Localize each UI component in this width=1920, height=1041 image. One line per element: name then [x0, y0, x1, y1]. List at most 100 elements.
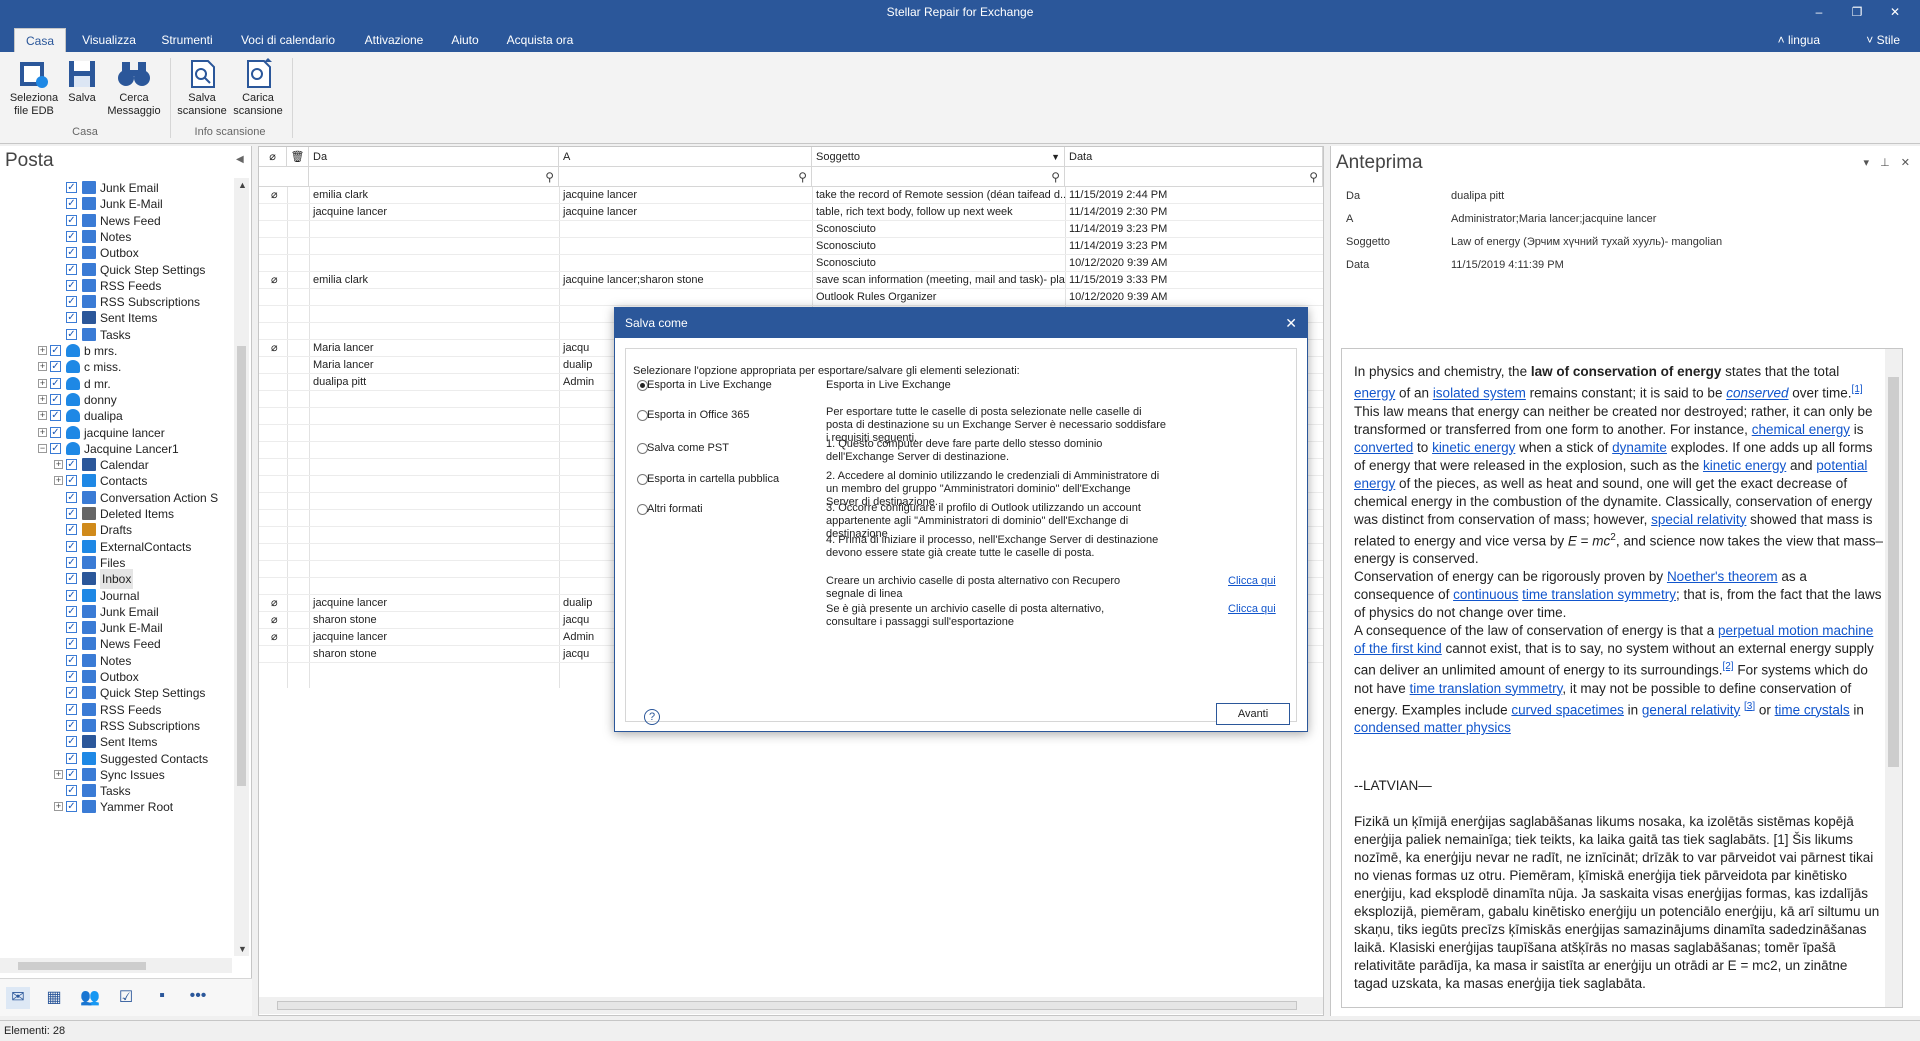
- tree-checkbox[interactable]: ✓: [50, 377, 61, 389]
- body-link[interactable]: general relativity: [1642, 702, 1740, 717]
- tree-checkbox[interactable]: ✓: [50, 442, 61, 454]
- notes-icon[interactable]: ▪: [150, 987, 174, 1009]
- table-row[interactable]: Sconosciuto 11/14/2019 3:23 PM: [259, 238, 1323, 255]
- body-link[interactable]: time translation symmetry: [1522, 587, 1676, 602]
- subject-filter[interactable]: ⚲: [812, 167, 1065, 187]
- tree-checkbox[interactable]: ✓: [66, 719, 77, 731]
- from-filter[interactable]: ⚲: [309, 167, 559, 187]
- create-archive-link[interactable]: Clicca qui: [1228, 575, 1276, 587]
- tree-checkbox[interactable]: ✓: [66, 556, 77, 568]
- body-link[interactable]: continuous: [1453, 587, 1518, 602]
- tree-checkbox[interactable]: ✓: [50, 393, 61, 405]
- chevron-down-icon[interactable]: ▾: [1864, 157, 1870, 169]
- load-scan-button[interactable]: Carica scansione: [232, 58, 284, 118]
- tree-item[interactable]: + ✓ Yammer Root: [0, 797, 232, 817]
- tree-scroll-thumb[interactable]: [237, 346, 246, 786]
- expand-icon[interactable]: +: [38, 378, 47, 388]
- tree-checkbox[interactable]: ✓: [66, 703, 77, 715]
- subject-column-header[interactable]: Soggetto ▼: [812, 147, 1065, 167]
- table-row[interactable]: ⌀ emilia clark jacquine lancer;sharon ston…: [259, 272, 1323, 289]
- expand-icon[interactable]: +: [38, 411, 47, 421]
- expand-icon[interactable]: +: [54, 460, 63, 470]
- body-link[interactable]: Noether's theorem: [1667, 569, 1778, 584]
- list-hscroll-thumb[interactable]: [277, 1001, 1297, 1010]
- tab-attivazione[interactable]: Attivazione: [354, 28, 434, 52]
- find-message-button[interactable]: Cerca Messaggio: [104, 58, 164, 118]
- tree-checkbox[interactable]: ✓: [66, 768, 77, 780]
- tree-checkbox[interactable]: ✓: [66, 605, 77, 617]
- expand-icon[interactable]: +: [54, 802, 63, 812]
- date-filter[interactable]: ⚲: [1065, 167, 1323, 187]
- tree-checkbox[interactable]: ✓: [66, 622, 77, 634]
- tab-aiuto[interactable]: Aiuto: [440, 28, 490, 52]
- style-menu[interactable]: ˅ Stile: [1866, 28, 1900, 52]
- table-row[interactable]: Outlook Rules Organizer 10/12/2020 9:39 A…: [259, 289, 1323, 306]
- tree-checkbox[interactable]: ✓: [66, 247, 77, 259]
- body-link[interactable]: kinetic energy: [1432, 440, 1515, 455]
- restore-button[interactable]: ❐: [1838, 0, 1876, 24]
- tree-checkbox[interactable]: ✓: [66, 508, 77, 519]
- tree-checkbox[interactable]: ✓: [66, 312, 77, 324]
- tab-visualizza[interactable]: Visualizza: [70, 28, 148, 52]
- next-button[interactable]: Avanti: [1216, 703, 1290, 725]
- tree-checkbox[interactable]: ✓: [66, 752, 77, 764]
- minimize-button[interactable]: –: [1800, 0, 1838, 24]
- tree-checkbox[interactable]: ✓: [66, 687, 77, 699]
- from-column-header[interactable]: Da: [309, 147, 559, 167]
- tree-checkbox[interactable]: ✓: [66, 279, 77, 291]
- tab-acquista[interactable]: Acquista ora: [498, 28, 582, 52]
- expand-icon[interactable]: +: [38, 394, 47, 404]
- save-button[interactable]: Salva: [64, 58, 100, 105]
- body-link[interactable]: dynamite: [1612, 440, 1667, 455]
- tree-checkbox[interactable]: ✓: [66, 785, 77, 797]
- tasks-icon[interactable]: ☑: [114, 987, 138, 1009]
- table-row[interactable]: jacquine lancer jacquine lancer table, ric…: [259, 204, 1323, 221]
- tree-checkbox[interactable]: ✓: [66, 540, 77, 552]
- expand-icon[interactable]: +: [54, 769, 63, 779]
- delete-column-header[interactable]: 🗑: [287, 147, 309, 167]
- tree-checkbox[interactable]: ✓: [50, 345, 61, 356]
- tree-checkbox[interactable]: ✓: [50, 361, 61, 373]
- tree-checkbox[interactable]: ✓: [66, 182, 77, 193]
- tab-voci-calendario[interactable]: Voci di calendario: [228, 28, 348, 52]
- body-link[interactable]: special relativity: [1651, 512, 1746, 527]
- tree-checkbox[interactable]: ✓: [66, 801, 77, 813]
- tree-checkbox[interactable]: ✓: [50, 410, 61, 422]
- tab-strumenti[interactable]: Strumenti: [152, 28, 222, 52]
- help-icon[interactable]: ?: [644, 709, 660, 725]
- body-link[interactable]: converted: [1354, 440, 1413, 455]
- body-link[interactable]: kinetic energy: [1703, 458, 1786, 473]
- expand-icon[interactable]: +: [38, 427, 47, 437]
- body-link[interactable]: time translation symmetry: [1410, 681, 1563, 696]
- export-option[interactable]: Esporta in cartella pubblica: [626, 473, 816, 487]
- tree-checkbox[interactable]: ✓: [66, 214, 77, 226]
- export-option[interactable]: Esporta in Live Exchange: [626, 379, 816, 393]
- close-window-button[interactable]: ✕: [1876, 0, 1914, 24]
- table-row[interactable]: ⌀ emilia clark jacquine lancer take the rec…: [259, 187, 1323, 204]
- expand-icon[interactable]: +: [38, 362, 47, 372]
- scroll-up-icon[interactable]: ▲: [238, 180, 247, 190]
- body-link[interactable]: chemical energy: [1752, 422, 1850, 437]
- tree-hscroll-thumb[interactable]: [18, 962, 146, 970]
- select-edb-button[interactable]: Seleziona file EDB: [8, 58, 60, 118]
- tree-checkbox[interactable]: ✓: [66, 198, 77, 210]
- collapse-pane-icon[interactable]: ◀: [236, 154, 244, 165]
- tree-checkbox[interactable]: ✓: [66, 263, 77, 275]
- tree-checkbox[interactable]: ✓: [50, 426, 61, 438]
- tree-checkbox[interactable]: ✓: [66, 638, 77, 650]
- tree-checkbox[interactable]: ✓: [66, 296, 77, 308]
- body-link[interactable]: curved spacetimes: [1511, 702, 1624, 717]
- calendar-icon[interactable]: ▦: [42, 987, 66, 1009]
- language-menu[interactable]: ˄ lingua: [1778, 28, 1820, 52]
- body-link[interactable]: isolated system: [1433, 386, 1526, 401]
- tree-checkbox[interactable]: ✓: [66, 654, 77, 666]
- body-scroll-thumb[interactable]: [1888, 377, 1899, 767]
- tree-checkbox[interactable]: ✓: [66, 736, 77, 748]
- dialog-close-icon[interactable]: ✕: [1285, 308, 1297, 338]
- tree-checkbox[interactable]: ✓: [66, 491, 77, 503]
- to-filter[interactable]: ⚲: [559, 167, 812, 187]
- scroll-down-icon[interactable]: ▼: [238, 944, 247, 954]
- tree-checkbox[interactable]: ✓: [66, 524, 77, 536]
- export-steps-link[interactable]: Clicca qui: [1228, 603, 1276, 615]
- tree-checkbox[interactable]: ✓: [66, 671, 77, 682]
